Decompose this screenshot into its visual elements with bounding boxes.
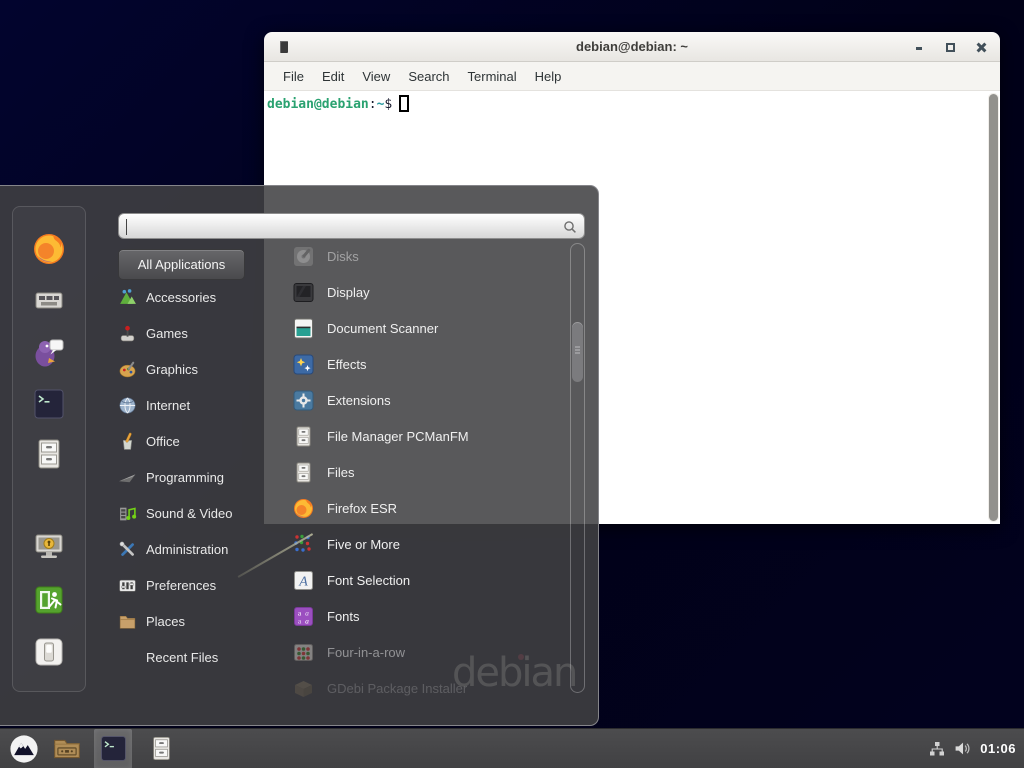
category-list: Accessories Games Graphics Internet Offi… <box>118 279 268 675</box>
category-internet[interactable]: Internet <box>118 387 268 423</box>
file-cabinet-icon[interactable] <box>32 437 66 471</box>
network-icon[interactable] <box>929 741 945 757</box>
app-disks[interactable]: Disks <box>292 238 562 274</box>
pidgin-icon[interactable] <box>32 335 66 369</box>
maximize-icon[interactable] <box>946 43 955 52</box>
extensions-icon <box>292 389 315 412</box>
app-fonts[interactable]: aaaa Fonts <box>292 598 562 634</box>
font-selection-icon: A <box>292 569 315 592</box>
terminal-cursor <box>399 95 409 112</box>
volume-icon[interactable] <box>954 740 971 757</box>
menu-search-box <box>118 213 585 239</box>
app-extensions[interactable]: Extensions <box>292 382 562 418</box>
category-games[interactable]: Games <box>118 315 268 351</box>
terminal-scrollbar[interactable] <box>988 93 999 522</box>
internet-icon <box>118 396 137 415</box>
programming-icon <box>118 468 137 487</box>
app-effects[interactable]: Effects <box>292 346 562 382</box>
accessories-icon <box>118 288 137 307</box>
text-caret <box>126 219 127 235</box>
menu-scrollbar[interactable] <box>570 243 585 693</box>
prompt-user-host: debian@debian <box>267 97 369 112</box>
shutdown-icon[interactable] <box>32 635 66 669</box>
terminal-icon[interactable] <box>94 729 132 768</box>
app-four-in-a-row[interactable]: Four-in-a-row <box>292 634 562 670</box>
all-applications-button[interactable]: All Applications <box>118 249 245 280</box>
gdebi-icon <box>292 677 315 700</box>
games-icon <box>118 324 137 343</box>
effects-icon <box>292 353 315 376</box>
terminal-icon[interactable] <box>32 387 66 421</box>
sound-video-icon <box>118 504 137 523</box>
firefox-icon[interactable] <box>32 232 66 266</box>
folder-icon[interactable] <box>50 732 84 766</box>
menu-terminal[interactable]: Terminal <box>459 65 526 88</box>
terminal-app-icon <box>280 41 288 53</box>
menu-edit[interactable]: Edit <box>313 65 353 88</box>
category-accessories[interactable]: Accessories <box>118 279 268 315</box>
search-input[interactable] <box>119 214 584 238</box>
scanner-icon <box>292 317 315 340</box>
minimize-icon[interactable] <box>915 43 924 52</box>
svg-text:A: A <box>298 574 308 589</box>
office-icon <box>118 432 137 451</box>
app-five-or-more[interactable]: Five or More <box>292 526 562 562</box>
app-font-selection[interactable]: A Font Selection <box>292 562 562 598</box>
menu-search[interactable]: Search <box>399 65 458 88</box>
application-list: Disks Display Document Scanner Effects E… <box>292 238 562 706</box>
file-cabinet-icon <box>292 425 315 448</box>
category-programming[interactable]: Programming <box>118 459 268 495</box>
logout-icon[interactable] <box>32 583 66 617</box>
search-icon <box>563 220 577 234</box>
firefox-icon <box>292 497 315 520</box>
fonts-icon: aaaa <box>292 605 315 628</box>
terminal-scrollbar-thumb[interactable] <box>989 94 998 521</box>
terminal-menubar: File Edit View Search Terminal Help <box>264 62 1000 90</box>
menu-view[interactable]: View <box>353 65 399 88</box>
category-graphics[interactable]: Graphics <box>118 351 268 387</box>
file-cabinet-icon <box>292 461 315 484</box>
category-administration[interactable]: Administration <box>118 531 268 567</box>
file-cabinet-icon[interactable] <box>144 732 178 766</box>
close-icon[interactable] <box>977 43 986 52</box>
window-title: debian@debian: ~ <box>264 32 1000 62</box>
app-firefox-esr[interactable]: Firefox ESR <box>292 490 562 526</box>
start-menu-button[interactable] <box>8 733 40 765</box>
app-file-manager-pcmanfm[interactable]: File Manager PCManFM <box>292 418 562 454</box>
terminal-prompt: debian@debian:~$ <box>267 95 409 112</box>
taskbar: 01:06 <box>0 728 1024 768</box>
menu-file[interactable]: File <box>274 65 313 88</box>
lock-screen-icon[interactable] <box>32 530 66 564</box>
system-tray: 01:06 <box>929 740 1016 757</box>
preferences-icon <box>118 576 137 595</box>
display-icon <box>292 281 315 304</box>
four-in-a-row-icon <box>292 641 315 664</box>
clock[interactable]: 01:06 <box>980 741 1016 756</box>
app-document-scanner[interactable]: Document Scanner <box>292 310 562 346</box>
svg-text:a: a <box>305 616 309 625</box>
category-places[interactable]: Places <box>118 603 268 639</box>
favorites-column <box>12 206 86 692</box>
category-office[interactable]: Office <box>118 423 268 459</box>
app-gdebi-package-installer[interactable]: GDebi Package Installer <box>292 670 562 706</box>
category-recent-files[interactable]: Recent Files <box>118 639 268 675</box>
terminal-titlebar[interactable]: debian@debian: ~ <box>264 32 1000 62</box>
menu-scrollbar-thumb[interactable] <box>572 322 583 382</box>
category-sound-video[interactable]: Sound & Video <box>118 495 268 531</box>
disks-icon <box>292 245 315 268</box>
application-menu: All Applications Accessories Games Graph… <box>0 185 599 726</box>
graphics-icon <box>118 360 137 379</box>
administration-icon <box>118 540 137 559</box>
app-files[interactable]: Files <box>292 454 562 490</box>
places-icon <box>118 612 137 631</box>
app-display[interactable]: Display <box>292 274 562 310</box>
software-manager-icon[interactable] <box>32 283 66 317</box>
menu-help[interactable]: Help <box>526 65 571 88</box>
